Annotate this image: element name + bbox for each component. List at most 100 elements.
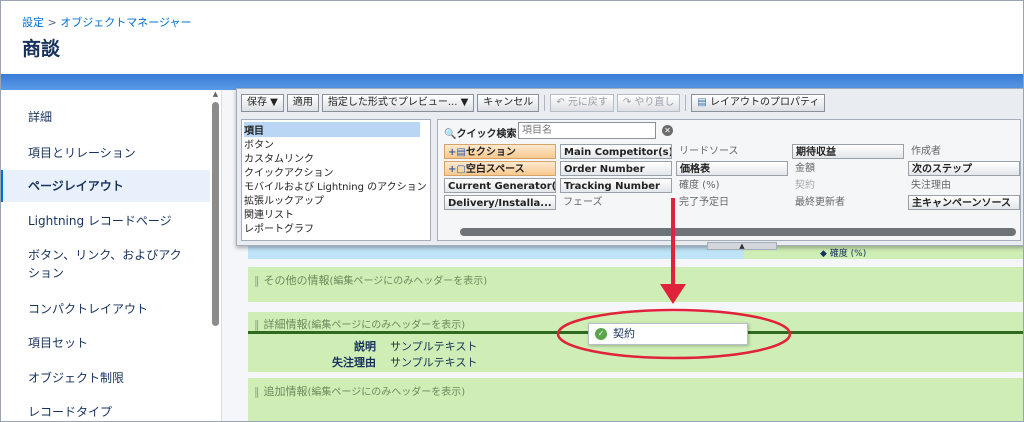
cancel-button[interactable]: キャンセル (477, 94, 540, 112)
section-hint: (編集ページにのみヘッダーを表示) (307, 320, 466, 331)
palette-item-stage[interactable]: フェーズ (560, 195, 672, 210)
undo-label: 元に戻す (567, 97, 608, 108)
redo-icon: ↷ (622, 97, 635, 108)
toolbar-divider (685, 95, 687, 111)
palette-item-probability[interactable]: 確度 (%) (676, 178, 788, 193)
partial-field-highlight (248, 246, 744, 259)
palette-item-main-competitor[interactable]: Main Competitor(s) (560, 144, 672, 159)
category-related-lists[interactable]: 関連リスト (244, 206, 294, 221)
palette-item-created-by[interactable]: 作成者 (908, 144, 1020, 159)
sidebar-scrollbar[interactable]: ▲ (211, 90, 220, 422)
layout-properties-button[interactable]: ▤ レイアウトのプロパティ (691, 94, 826, 112)
palette-item-tracking-number[interactable]: Tracking Number (560, 178, 672, 193)
palette-item-amount[interactable]: 金額 (792, 161, 904, 176)
quick-search-input[interactable] (518, 122, 656, 139)
palette-item-section[interactable]: +▤セクション (444, 144, 556, 159)
scroll-up-icon[interactable]: ▲ (211, 90, 220, 100)
redo-button[interactable]: ↷ やり直し (616, 94, 681, 112)
palette-item-lead-source[interactable]: リードソース (676, 144, 788, 159)
section-title-text: その他の情報 (263, 274, 330, 287)
page-title: 商談 (22, 38, 61, 60)
palette-item-expected-revenue[interactable]: 期待収益 (792, 144, 904, 159)
breadcrumb-object-manager-link[interactable]: オブジェクトマネージャー (60, 16, 191, 29)
palette-item-blank-space[interactable]: +▢空白スペース (444, 161, 556, 176)
palette-item-price-book[interactable]: 価格表 (676, 161, 788, 176)
section-title-text: 詳細情報 (263, 318, 308, 331)
field-label-loss-reason: 失注理由 (332, 356, 376, 369)
sidebar-item-details[interactable]: 詳細 (0, 108, 210, 125)
sidebar-nav: 詳細 項目とリレーション ページレイアウト Lightning レコードページ … (0, 90, 222, 422)
layout-properties-label: レイアウトのプロパティ (710, 97, 820, 108)
category-buttons[interactable]: ボタン (244, 136, 274, 151)
add-blank-icon: +▢ (448, 164, 466, 175)
palette-item-contract[interactable]: 契約 (792, 178, 904, 193)
section-title-detail: ‖ 詳細情報(編集ページにのみヘッダーを表示) (254, 316, 465, 332)
section-additional-info[interactable]: ‖ 追加情報(編集ページにのみヘッダーを表示) (248, 378, 1024, 422)
save-button[interactable]: 保存 ▼ (241, 94, 284, 112)
category-fields[interactable]: 項目 (244, 122, 420, 137)
category-custom-links[interactable]: カスタムリンク (244, 150, 314, 165)
breadcrumb-setup-link[interactable]: 設定 (22, 16, 44, 29)
drag-grip-icon[interactable]: ‖ (254, 274, 260, 287)
drag-grip-icon[interactable]: ‖ (254, 385, 260, 398)
field-value-loss-reason[interactable]: サンプルテキスト (390, 354, 477, 370)
dragged-field-contract[interactable]: ✓ 契約 (588, 323, 748, 345)
sidebar-item-fields-relationships[interactable]: 項目とリレーション (0, 144, 210, 161)
palette-item-current-generators[interactable]: Current Generator(s) (444, 178, 556, 193)
palette-field-panel: 🔍クイック検索 ✕ +▤セクション Main Competitor(s) リード… (437, 119, 1021, 241)
quick-search-label-text: クイック検索 (456, 129, 517, 140)
undo-button[interactable]: ↶ 元に戻す (550, 94, 614, 112)
palette-horizontal-scrollbar[interactable] (460, 228, 1016, 236)
field-label-description: 説明 (354, 340, 376, 353)
scrollbar-thumb[interactable] (212, 102, 219, 326)
search-icon: 🔍 (444, 129, 457, 140)
drag-grip-icon[interactable]: ‖ (254, 318, 260, 331)
collapse-palette-icon[interactable]: ▲ (707, 242, 777, 250)
section-title-additional: ‖ 追加情報(編集ページにのみヘッダーを表示) (254, 383, 465, 399)
sidebar-item-record-types[interactable]: レコードタイプ (0, 403, 210, 420)
palette-toolbar: 保存 ▼ 適用 指定した形式でプレビュー... ▼ キャンセル ↶ 元に戻す ↷… (241, 93, 826, 113)
palette-item-loss-reason[interactable]: 失注理由 (908, 178, 1020, 193)
breadcrumb: 設定 > オブジェクトマネージャー (22, 14, 191, 30)
page-header: 設定 > オブジェクトマネージャー 商談 (0, 0, 1024, 74)
category-expanded-lookups[interactable]: 拡張ルックアップ (244, 192, 324, 207)
check-icon: ✓ (595, 328, 607, 340)
sidebar-item-field-sets[interactable]: 項目セット (0, 334, 210, 351)
clear-search-icon[interactable]: ✕ (662, 125, 673, 136)
palette-item-close-date[interactable]: 完了予定日 (676, 195, 788, 210)
section-title-text: 追加情報 (263, 385, 308, 398)
toolbar-divider (544, 95, 546, 111)
sidebar-item-page-layouts[interactable]: ページレイアウト (0, 170, 210, 202)
layout-palette: 保存 ▼ 適用 指定した形式でプレビュー... ▼ キャンセル ↶ 元に戻す ↷… (236, 88, 1024, 250)
sidebar-item-buttons-links-actions[interactable]: ボタン、リンク、およびアク (0, 246, 210, 263)
palette-item-label: 空白スペース (465, 164, 525, 175)
palette-item-last-modified-by[interactable]: 最終更新者 (792, 195, 904, 210)
palette-item-order-number[interactable]: Order Number (560, 161, 672, 176)
palette-item-next-step[interactable]: 次のステップ (908, 161, 1020, 176)
sidebar-item-lightning-record-pages[interactable]: Lightning レコードページ (0, 212, 210, 229)
undo-icon: ↶ (556, 97, 568, 108)
palette-item-delivery-installation[interactable]: Delivery/Installa... (444, 195, 556, 210)
category-mobile-lightning-actions[interactable]: モバイルおよび Lightning のアクション (244, 178, 427, 193)
section-other-info[interactable]: ‖ その他の情報(編集ページにのみヘッダーを表示) (248, 267, 1024, 302)
properties-icon: ▤ (697, 97, 711, 108)
preview-as-button[interactable]: 指定した形式でプレビュー... ▼ (321, 94, 475, 112)
partial-field-text: 確度 (%) (829, 249, 867, 259)
dragged-field-label: 契約 (613, 327, 635, 340)
add-section-icon: +▤ (448, 147, 466, 158)
breadcrumb-separator: > (47, 16, 57, 29)
field-value-description[interactable]: サンプルテキスト (390, 338, 477, 354)
category-report-charts[interactable]: レポートグラフ (244, 220, 314, 235)
section-hint: (編集ページにのみヘッダーを表示) (307, 387, 466, 398)
palette-category-list: 項目 ボタン カスタムリンク クイックアクション モバイルおよび Lightni… (241, 119, 431, 241)
sidebar-item-buttons-links-actions-line2[interactable]: ション (0, 264, 210, 281)
palette-item-primary-campaign-source[interactable]: 主キャンペーンソース (908, 195, 1020, 210)
redo-label: やり直し (634, 97, 675, 108)
category-quick-actions[interactable]: クイックアクション (244, 164, 334, 179)
sidebar-item-object-limits[interactable]: オブジェクト制限 (0, 369, 210, 386)
sidebar-item-compact-layouts[interactable]: コンパクトレイアウト (0, 300, 210, 317)
apply-button[interactable]: 適用 (286, 94, 319, 112)
section-title-other: ‖ その他の情報(編集ページにのみヘッダーを表示) (254, 272, 487, 288)
partial-field-label: ◆ 確度 (%) (820, 249, 867, 259)
quick-search-label: 🔍クイック検索 (444, 125, 516, 140)
